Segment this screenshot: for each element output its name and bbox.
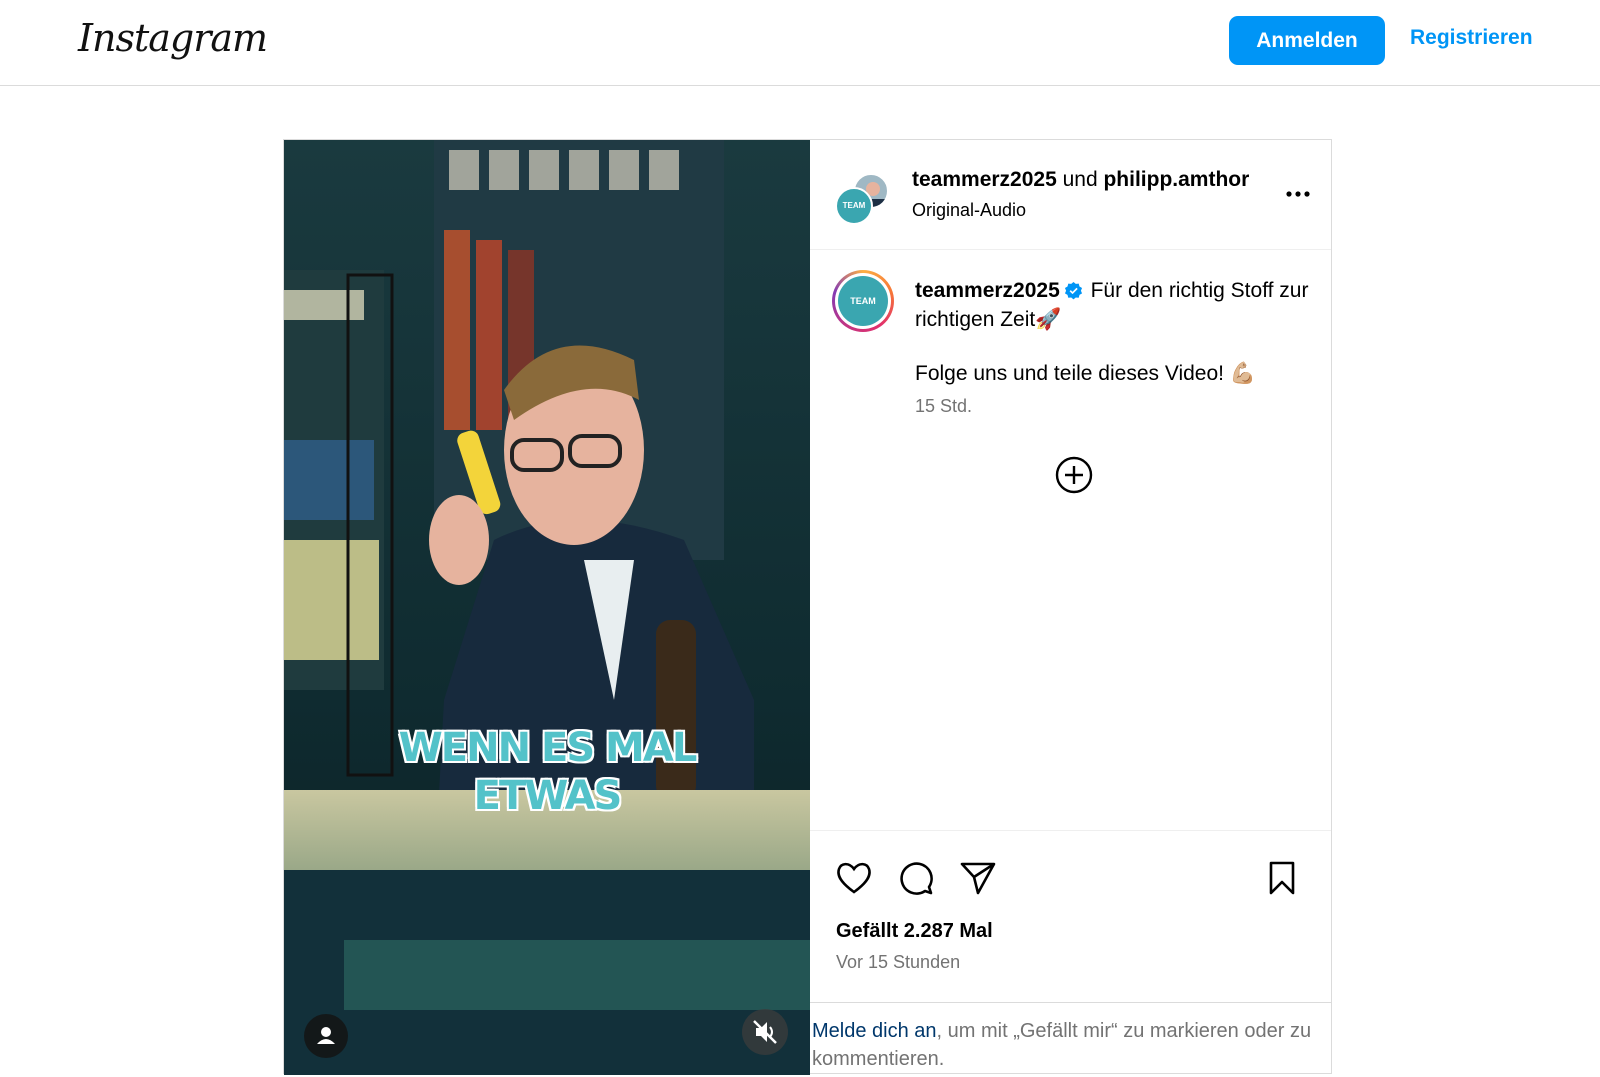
author-username[interactable]: teammerz2025 bbox=[912, 168, 1057, 191]
video-text-overlay: WENN ES MAL ETWAS bbox=[284, 724, 810, 820]
comment-button[interactable] bbox=[896, 858, 936, 898]
post-sidebar: TEAM MERZ teammerz2025 und philipp.amtho… bbox=[810, 140, 1331, 1073]
user-tag-icon bbox=[317, 1027, 335, 1044]
actions-divider bbox=[810, 830, 1331, 831]
like-button[interactable] bbox=[834, 858, 874, 898]
caption-second-line: Folge uns und teile dieses Video! 💪🏼 bbox=[915, 362, 1256, 385]
instagram-logo[interactable]: Instagram bbox=[78, 16, 268, 60]
post-caption: teammerz2025 Für den richtig Stoff zur r… bbox=[915, 276, 1315, 334]
login-link[interactable]: Melde dich an bbox=[812, 1020, 937, 1042]
video-frame bbox=[284, 140, 810, 1075]
more-options-button[interactable] bbox=[1278, 176, 1318, 212]
share-icon bbox=[960, 862, 996, 895]
audio-label[interactable]: Original-Audio bbox=[912, 200, 1026, 221]
caption-avatar[interactable]: TEAM MERZ bbox=[832, 270, 894, 356]
register-link[interactable]: Registrieren bbox=[1410, 26, 1533, 50]
mute-toggle-button[interactable] bbox=[742, 1009, 788, 1055]
post-container: WENN ES MAL ETWAS TEAM MERZ teammerz2025… bbox=[283, 139, 1332, 1075]
author-connector: und bbox=[1056, 168, 1104, 191]
more-icon bbox=[1286, 191, 1310, 197]
overlay-line-1: WENN ES MAL bbox=[398, 725, 698, 771]
bookmark-icon bbox=[1269, 861, 1295, 895]
login-prompt: Melde dich an, um mit „Gefällt mir“ zu m… bbox=[810, 1002, 1331, 1073]
share-button[interactable] bbox=[958, 858, 998, 898]
load-more-comments-button[interactable] bbox=[1054, 455, 1094, 495]
caption-username[interactable]: teammerz2025 bbox=[915, 279, 1060, 302]
top-navigation-bar: Instagram Anmelden Registrieren bbox=[0, 0, 1600, 86]
save-button[interactable] bbox=[1262, 858, 1302, 898]
add-circle-icon bbox=[1055, 456, 1093, 494]
post-authors: teammerz2025 und philipp.amthor bbox=[912, 168, 1252, 192]
tagged-users-button[interactable] bbox=[304, 1014, 348, 1058]
post-header: TEAM MERZ teammerz2025 und philipp.amtho… bbox=[810, 140, 1331, 250]
login-button[interactable]: Anmelden bbox=[1229, 16, 1385, 65]
caption-timestamp: 15 Std. bbox=[915, 396, 973, 416]
author-avatar: TEAM MERZ bbox=[835, 187, 873, 244]
verified-icon bbox=[1064, 281, 1082, 300]
collab-avatars[interactable]: TEAM MERZ bbox=[835, 173, 889, 244]
mute-icon bbox=[753, 1020, 777, 1044]
post-video[interactable]: WENN ES MAL ETWAS bbox=[284, 140, 810, 1075]
like-count[interactable]: Gefällt 2.287 Mal bbox=[836, 920, 993, 943]
comment-icon bbox=[900, 862, 933, 895]
heart-icon bbox=[837, 862, 871, 894]
collaborator-username[interactable]: philipp.amthor bbox=[1103, 168, 1249, 191]
post-timestamp[interactable]: Vor 15 Stunden bbox=[836, 952, 960, 973]
overlay-line-2: ETWAS bbox=[473, 773, 623, 819]
